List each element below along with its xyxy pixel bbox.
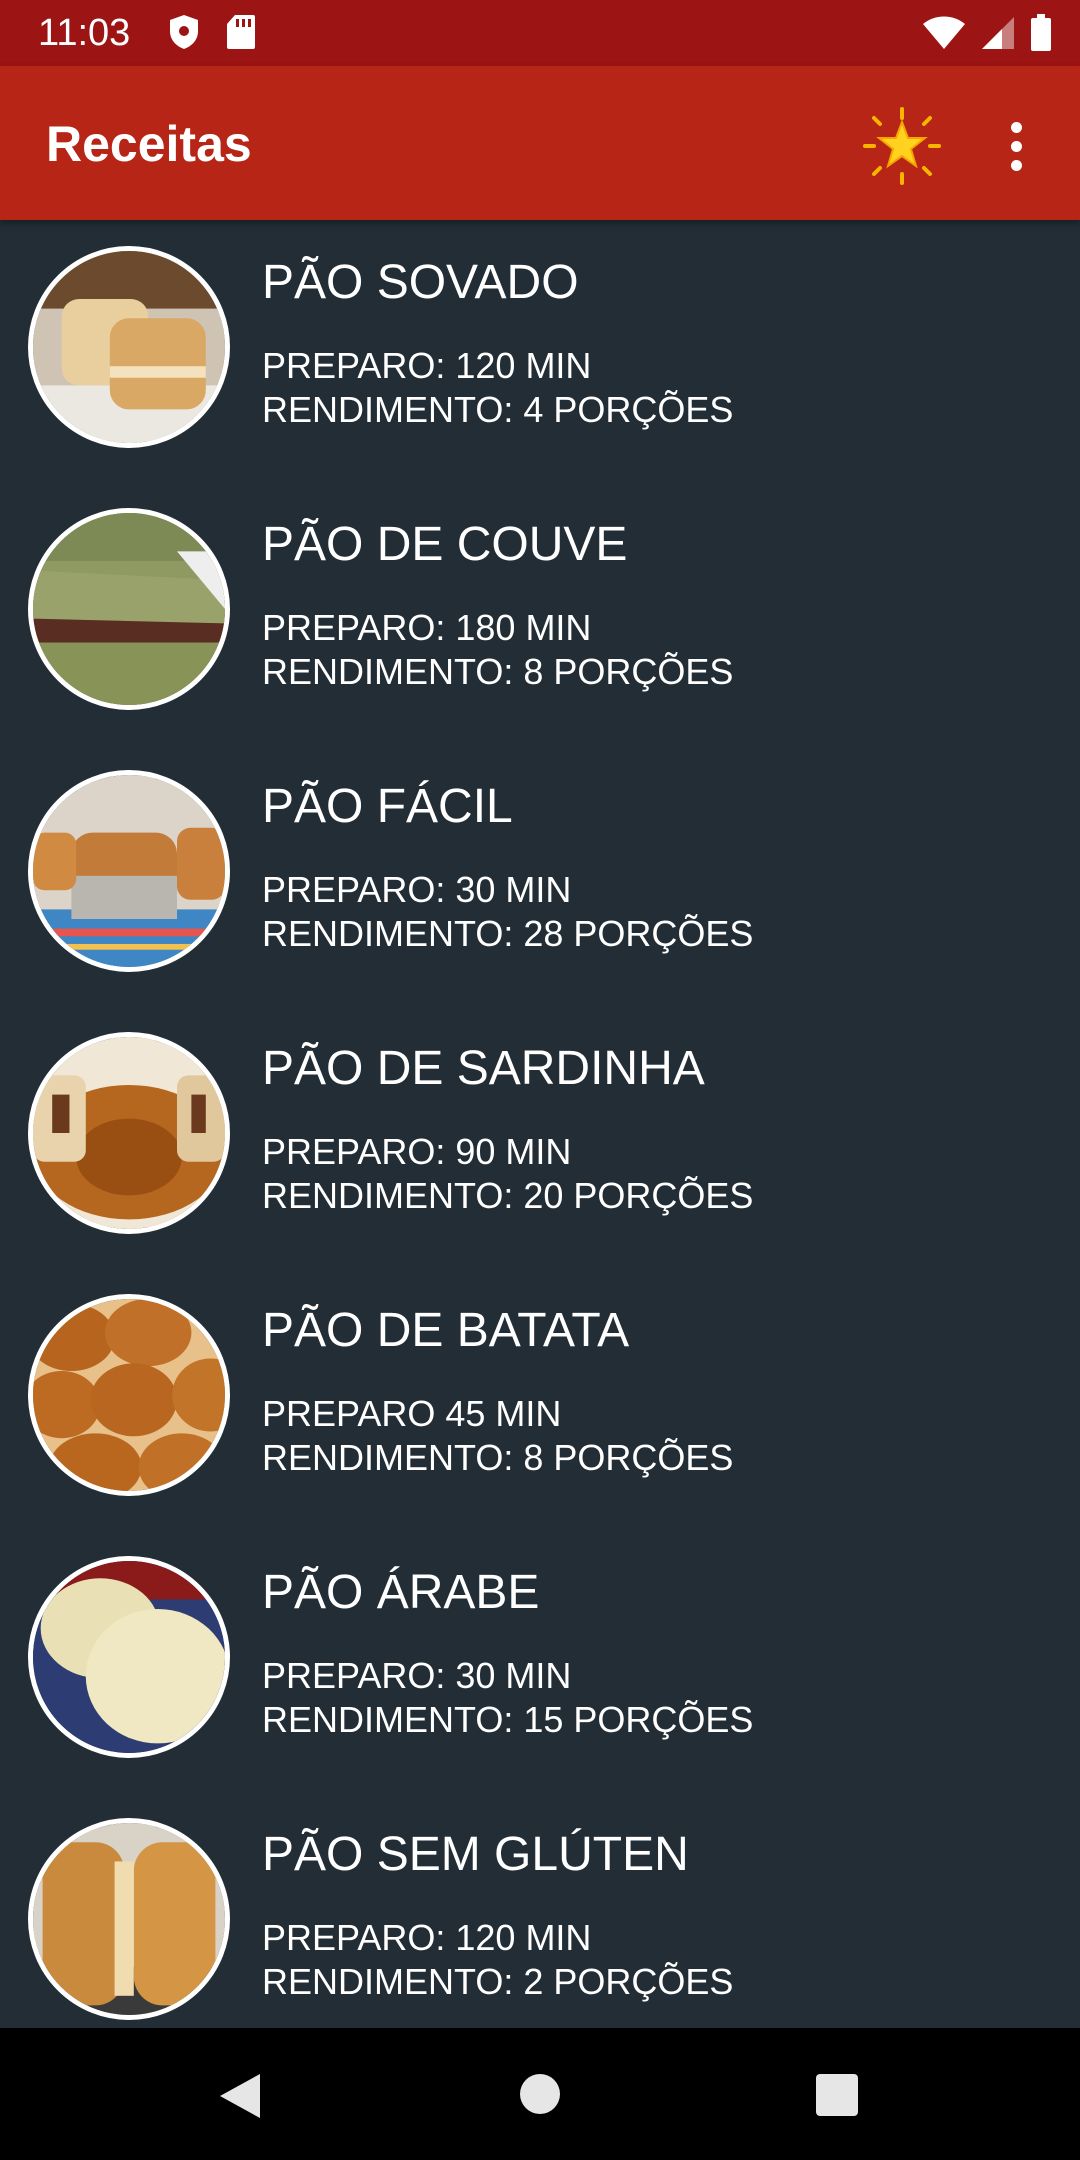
status-time: 11:03 <box>38 12 131 54</box>
recipe-prep-time: PREPARO: 180 MIN <box>262 607 592 648</box>
recipe-prep-time: PREPARO: 120 MIN <box>262 1917 592 1958</box>
recipe-item[interactable]: PÃO SEM GLÚTEN PREPARO: 120 MIN RENDIMEN… <box>0 1792 1080 2028</box>
recipe-title: PÃO DE BATATA <box>262 1304 630 1357</box>
bread-loaf-image <box>28 246 230 448</box>
recipe-title: PÃO SEM GLÚTEN <box>262 1828 689 1881</box>
recipe-title: PÃO FÁCIL <box>262 780 513 833</box>
recipe-title: PÃO SOVADO <box>262 256 579 309</box>
gluten-free-loaves-image <box>28 1818 230 2020</box>
recipe-item[interactable]: PÃO ÁRABE PREPARO: 30 MIN RENDIMENTO: 15… <box>0 1530 1080 1792</box>
recipe-item[interactable]: PÃO DE SARDINHA PREPARO: 90 MIN RENDIMEN… <box>0 1006 1080 1268</box>
recipe-item[interactable]: PÃO DE COUVE PREPARO: 180 MIN RENDIMENTO… <box>0 482 1080 744</box>
recipe-title: PÃO ÁRABE <box>262 1566 540 1619</box>
navigation-bar <box>0 2028 1080 2160</box>
wifi-icon <box>923 16 965 49</box>
overflow-menu-button[interactable] <box>988 106 1044 186</box>
more-vert-icon-dot <box>1010 159 1022 171</box>
recipe-item[interactable]: PÃO FÁCIL PREPARO: 30 MIN RENDIMENTO: 28… <box>0 744 1080 1006</box>
home-icon[interactable] <box>520 2074 560 2114</box>
recipe-yield: RENDIMENTO: 8 PORÇÕES <box>262 1437 734 1478</box>
more-vert-icon-dot <box>1010 140 1022 152</box>
recipe-item[interactable]: PÃO DE BATATA PREPARO 45 MIN RENDIMENTO:… <box>0 1268 1080 1530</box>
recipe-item[interactable]: PÃO SOVADO PREPARO: 120 MIN RENDIMENTO: … <box>0 220 1080 482</box>
battery-icon <box>1031 14 1051 51</box>
recipe-yield: RENDIMENTO: 2 PORÇÕES <box>262 1961 734 2002</box>
recipe-yield: RENDIMENTO: 8 PORÇÕES <box>262 651 734 692</box>
kale-bread-sandwich-image <box>28 508 230 710</box>
status-left-icons <box>168 14 256 50</box>
more-vert-icon <box>1010 121 1022 133</box>
recipe-yield: RENDIMENTO: 15 PORÇÕES <box>262 1699 754 1740</box>
recipe-prep-time: PREPARO: 30 MIN <box>262 869 572 910</box>
back-icon[interactable] <box>218 2072 262 2120</box>
recipe-list[interactable]: PÃO SOVADO PREPARO: 120 MIN RENDIMENTO: … <box>0 220 1080 2028</box>
recipe-prep-time: PREPARO: 30 MIN <box>262 1655 572 1696</box>
pita-bread-image <box>28 1556 230 1758</box>
favorites-button[interactable] <box>862 106 942 186</box>
status-right-icons <box>922 14 1052 52</box>
status-bar: 11:03 <box>0 0 1080 66</box>
sd-card-icon <box>227 15 255 49</box>
recipe-prep-time: PREPARO: 90 MIN <box>262 1131 572 1172</box>
recipe-yield: RENDIMENTO: 28 PORÇÕES <box>262 913 754 954</box>
recipe-title: PÃO DE SARDINHA <box>262 1042 705 1095</box>
potato-rolls-image <box>28 1294 230 1496</box>
recipe-yield: RENDIMENTO: 4 PORÇÕES <box>262 389 734 430</box>
recipe-title: PÃO DE COUVE <box>262 518 628 571</box>
recipe-prep-time: PREPARO: 120 MIN <box>262 345 592 386</box>
recipe-prep-time: PREPARO 45 MIN <box>262 1393 562 1434</box>
pan-loaves-image <box>28 770 230 972</box>
star-icon <box>863 107 941 185</box>
app-bar: Receitas <box>0 66 1080 220</box>
shield-icon <box>170 15 198 49</box>
sardine-bread-ring-image <box>28 1032 230 1234</box>
app-title: Receitas <box>46 116 252 172</box>
recipe-yield: RENDIMENTO: 20 PORÇÕES <box>262 1175 754 1216</box>
signal-icon <box>982 17 1014 49</box>
recents-icon[interactable] <box>816 2074 858 2116</box>
